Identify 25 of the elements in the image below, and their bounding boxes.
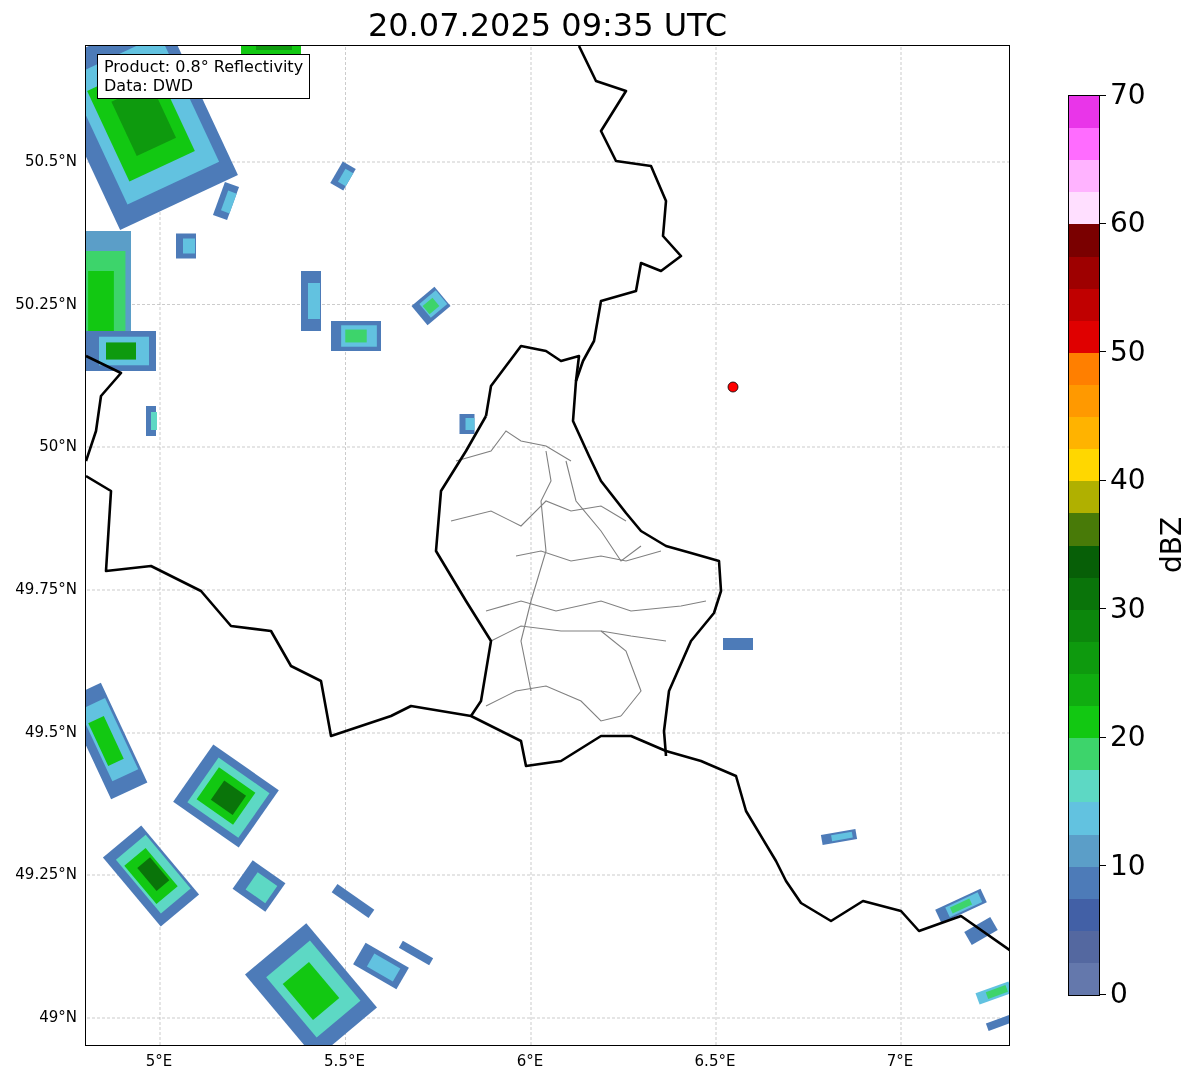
- latitude-label: 49.25°N: [15, 865, 77, 883]
- colorbar-tick-label: 60: [1110, 208, 1146, 239]
- longitude-label: 7°E: [886, 1052, 914, 1070]
- chart-title: 20.07.2025 09:35 UTC: [366, 5, 729, 45]
- colorbar-tick-label: 0: [1110, 979, 1128, 1009]
- colorbar-tick-label: 20: [1110, 722, 1146, 753]
- latitude-label: 49.75°N: [15, 580, 77, 598]
- colorbar-tick-label: 10: [1110, 850, 1146, 881]
- latitude-label: 50.25°N: [15, 294, 77, 313]
- colorbar-tick-label: 50: [1110, 336, 1146, 367]
- colorbar-tick-label: 70: [1110, 80, 1146, 110]
- longitude-label: 6.5°E: [694, 1052, 736, 1070]
- info-text: Product: 0.8° Reflectivity: [104, 57, 304, 76]
- latitude-label: 50°N: [39, 437, 77, 455]
- longitude-label: 5°E: [145, 1052, 173, 1070]
- info-text: Data: DWD: [104, 76, 195, 95]
- latitude-label: 49°N: [39, 1008, 77, 1026]
- colorbar-tick-label: 30: [1110, 593, 1146, 624]
- colorbar-tick-label: 40: [1110, 465, 1146, 496]
- colorbar-label: dBZ: [1157, 516, 1187, 574]
- latitude-label: 50.5°N: [24, 152, 77, 170]
- longitude-label: 6°E: [516, 1052, 544, 1070]
- longitude-label: 5.5°E: [324, 1052, 365, 1070]
- latitude-label: 49.5°N: [24, 723, 77, 741]
- location-marker-icon: [727, 381, 739, 393]
